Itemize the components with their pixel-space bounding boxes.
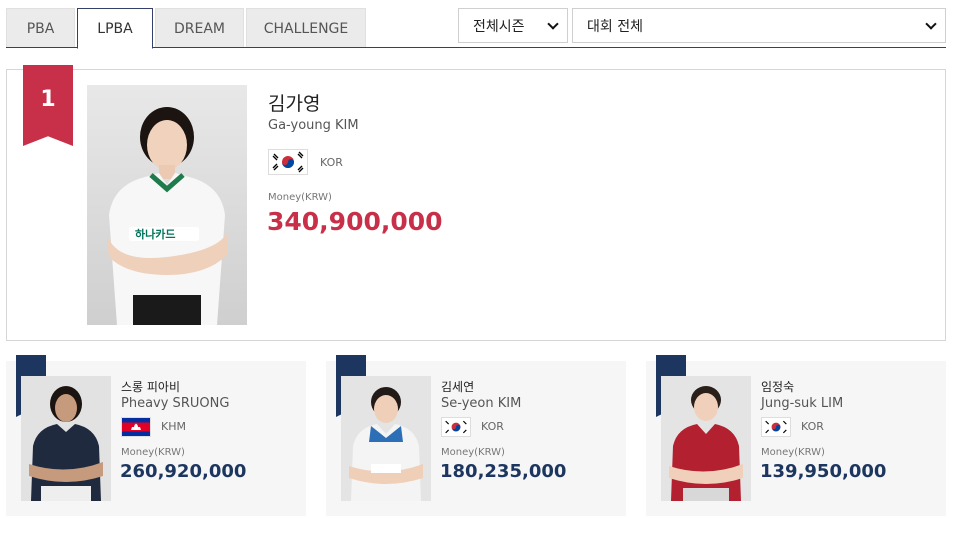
rank-number: 1 — [40, 87, 56, 112]
tournament-select-value: 대회 전체 — [587, 18, 643, 35]
player-portrait-image — [661, 376, 751, 501]
jersey-logo-text: 하나카드 — [135, 227, 175, 241]
player-name-ko: 임정숙 — [761, 380, 795, 394]
money-label: Money(KRW) — [121, 447, 185, 458]
korea-flag-icon — [761, 417, 791, 437]
prize-money: 139,950,000 — [760, 461, 887, 482]
prize-money: 180,235,000 — [440, 461, 567, 482]
player-name-ko: 스롱 피아비 — [121, 380, 181, 394]
player-photo — [341, 376, 431, 501]
cambodia-flag-icon — [121, 417, 151, 437]
prize-money: 340,900,000 — [267, 207, 443, 236]
player-name-ko: 김세연 — [441, 380, 475, 394]
player-name-en: Pheavy SRUONG — [121, 396, 230, 411]
nation-code: KHM — [161, 420, 186, 433]
season-select-value: 전체시즌 — [473, 18, 525, 35]
tab-label: LPBA — [97, 20, 133, 37]
tournament-select[interactable]: 대회 전체 — [572, 8, 946, 43]
tab-dream[interactable]: DREAM — [155, 8, 244, 48]
tab-pba[interactable]: PBA — [6, 8, 75, 48]
ranker-card[interactable]: 3 김세연 Se-yeon KIM KOR Money(KRW) 180,235… — [326, 355, 626, 516]
league-tabs: PBA LPBA DREAM CHALLENGE — [6, 8, 368, 49]
ranker-card[interactable]: 4 임정숙 Jung-suk LIM KOR Money(KRW) 139,95… — [646, 355, 946, 516]
chevron-down-icon — [547, 17, 559, 30]
tab-label: CHALLENGE — [263, 20, 349, 37]
player-name-en: Se-yeon KIM — [441, 396, 522, 411]
player-photo: 하나카드 — [87, 85, 247, 325]
player-portrait-image — [21, 376, 111, 501]
tab-challenge[interactable]: CHALLENGE — [246, 8, 366, 48]
money-label: Money(KRW) — [441, 447, 505, 458]
player-photo — [661, 376, 751, 501]
player-name-ko: 김가영 — [268, 93, 321, 115]
ranker-card[interactable]: 2 스롱 피아비 Pheavy SRUONG KHM Money(KRW) 26… — [6, 355, 306, 516]
prize-money: 260,920,000 — [120, 461, 247, 482]
korea-flag-icon — [268, 149, 308, 175]
tab-lpba[interactable]: LPBA — [77, 8, 153, 49]
season-select[interactable]: 전체시즌 — [458, 8, 568, 43]
money-label: Money(KRW) — [268, 192, 332, 203]
korea-flag-icon — [441, 417, 471, 437]
nation-code: KOR — [481, 420, 504, 433]
player-name-en: Ga-young KIM — [268, 118, 359, 133]
tab-label: PBA — [26, 20, 55, 37]
player-name-en: Jung-suk LIM — [761, 396, 844, 411]
nation-code: KOR — [801, 420, 824, 433]
tab-label: DREAM — [173, 20, 225, 37]
player-portrait-image: 하나카드 — [87, 85, 247, 325]
first-place-card[interactable]: 1 하나카드 김가영 Ga-young KIM KOR Money(KRW) 3… — [6, 65, 946, 341]
nation-code: KOR — [320, 156, 343, 169]
rank-ribbon: 1 — [23, 65, 73, 146]
player-photo — [21, 376, 111, 501]
chevron-down-icon — [925, 17, 937, 30]
money-label: Money(KRW) — [761, 447, 825, 458]
player-portrait-image — [341, 376, 431, 501]
